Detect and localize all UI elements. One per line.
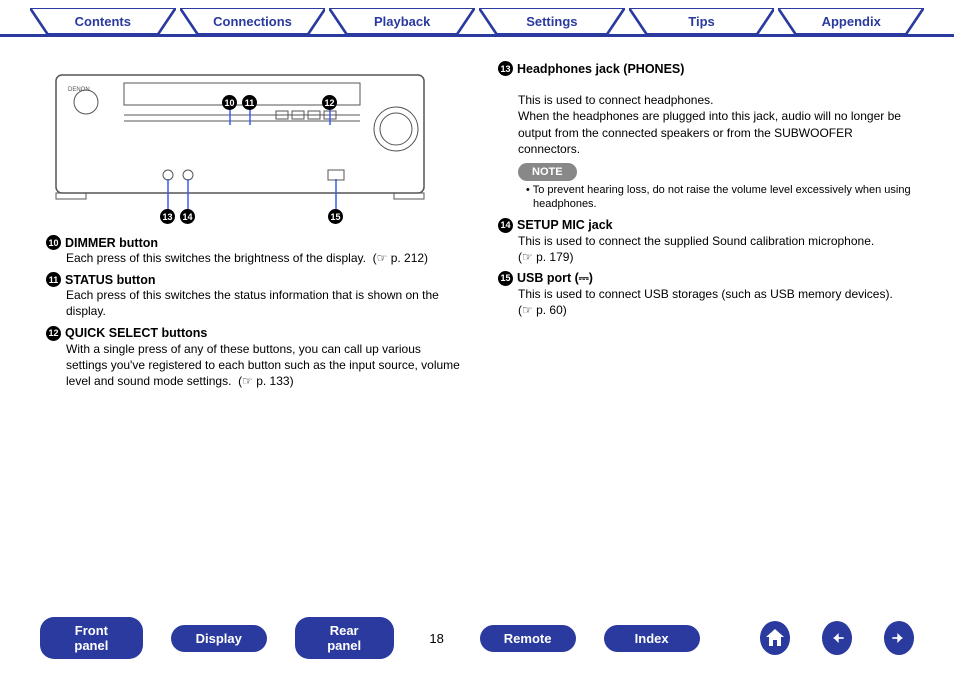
tab-appendix[interactable]: Appendix <box>778 8 924 34</box>
callout-13: 13 <box>160 209 175 224</box>
right-column: 13 Headphones jack (PHONES) This is used… <box>492 55 914 395</box>
prev-page-button[interactable] <box>822 621 852 655</box>
page-ref[interactable]: (☞ p. 179) <box>518 250 573 264</box>
item-headphones: 13 Headphones jack (PHONES) This is used… <box>498 61 914 212</box>
tab-label: Contents <box>75 14 131 29</box>
bullet-13-icon: 13 <box>498 61 513 76</box>
bottom-nav: Front panel Display Rear panel 18 Remote… <box>0 617 954 659</box>
page-ref[interactable]: (☞ p. 60) <box>518 303 567 317</box>
next-page-button[interactable] <box>884 621 914 655</box>
tab-playback[interactable]: Playback <box>329 8 475 34</box>
callout-14: 14 <box>180 209 195 224</box>
home-button[interactable] <box>760 621 790 655</box>
item-title-text: STATUS button <box>65 273 156 287</box>
remote-button[interactable]: Remote <box>480 625 576 652</box>
arrow-left-icon <box>827 628 847 648</box>
item-quick-select: 12 QUICK SELECT buttons With a single pr… <box>46 326 462 390</box>
device-brand-text: DENON <box>68 87 90 93</box>
bullet-15-icon: 15 <box>498 271 513 286</box>
tab-contents[interactable]: Contents <box>30 8 176 34</box>
device-diagram: DENON 10 11 12 13 14 15 <box>50 67 430 227</box>
bullet-12-icon: 12 <box>46 326 61 341</box>
callout-15: 15 <box>328 209 343 224</box>
top-tab-bar: Contents Connections Playback Settings T… <box>0 0 954 37</box>
item-body-text: This is used to connect headphones. When… <box>518 93 901 156</box>
page-ref[interactable]: (☞ p. 212) <box>373 251 428 265</box>
front-panel-button[interactable]: Front panel <box>40 617 143 659</box>
note-label: NOTE <box>518 163 577 181</box>
rear-panel-button[interactable]: Rear panel <box>295 617 394 659</box>
item-status: 11 STATUS button Each press of this swit… <box>46 272 462 319</box>
tab-label: Appendix <box>822 14 881 29</box>
tab-connections[interactable]: Connections <box>180 8 326 34</box>
tab-label: Connections <box>213 14 292 29</box>
item-dimmer: 10 DIMMER button Each press of this swit… <box>46 235 462 266</box>
left-column: DENON 10 11 12 13 14 15 10 DIMMER button… <box>40 55 462 395</box>
item-title-text: Headphones jack (PHONES) <box>517 62 684 76</box>
item-setup-mic: 14 SETUP MIC jack This is used to connec… <box>498 218 914 265</box>
bullet-11-icon: 11 <box>46 272 61 287</box>
item-body-text: Each press of this switches the status i… <box>66 288 439 318</box>
item-body-text: This is used to connect USB storages (su… <box>518 287 893 301</box>
item-usb-port: 15 USB port (⎓) This is used to connect … <box>498 271 914 318</box>
page-body: DENON 10 11 12 13 14 15 10 DIMMER button… <box>0 37 954 395</box>
tab-label: Playback <box>374 14 430 29</box>
tab-tips[interactable]: Tips <box>629 8 775 34</box>
item-title-text: DIMMER button <box>65 236 158 250</box>
bullet-10-icon: 10 <box>46 235 61 250</box>
callout-12: 12 <box>322 95 337 110</box>
home-icon <box>763 626 787 650</box>
item-title-text: USB port (⎓) <box>517 271 593 286</box>
item-body-text: This is used to connect the supplied Sou… <box>518 234 874 248</box>
page-number: 18 <box>422 631 452 646</box>
index-button[interactable]: Index <box>604 625 700 652</box>
display-button[interactable]: Display <box>171 625 267 652</box>
page-ref[interactable]: (☞ p. 133) <box>238 374 293 388</box>
item-body-text: Each press of this switches the brightne… <box>66 251 366 265</box>
tab-label: Tips <box>688 14 715 29</box>
arrow-right-icon <box>889 628 909 648</box>
bullet-14-icon: 14 <box>498 218 513 233</box>
item-title-text: QUICK SELECT buttons <box>65 326 207 340</box>
callout-11: 11 <box>242 95 257 110</box>
tab-settings[interactable]: Settings <box>479 8 625 34</box>
note-body: To prevent hearing loss, do not raise th… <box>526 183 914 212</box>
tab-label: Settings <box>526 14 577 29</box>
item-title-text: SETUP MIC jack <box>517 218 613 232</box>
callout-10: 10 <box>222 95 237 110</box>
